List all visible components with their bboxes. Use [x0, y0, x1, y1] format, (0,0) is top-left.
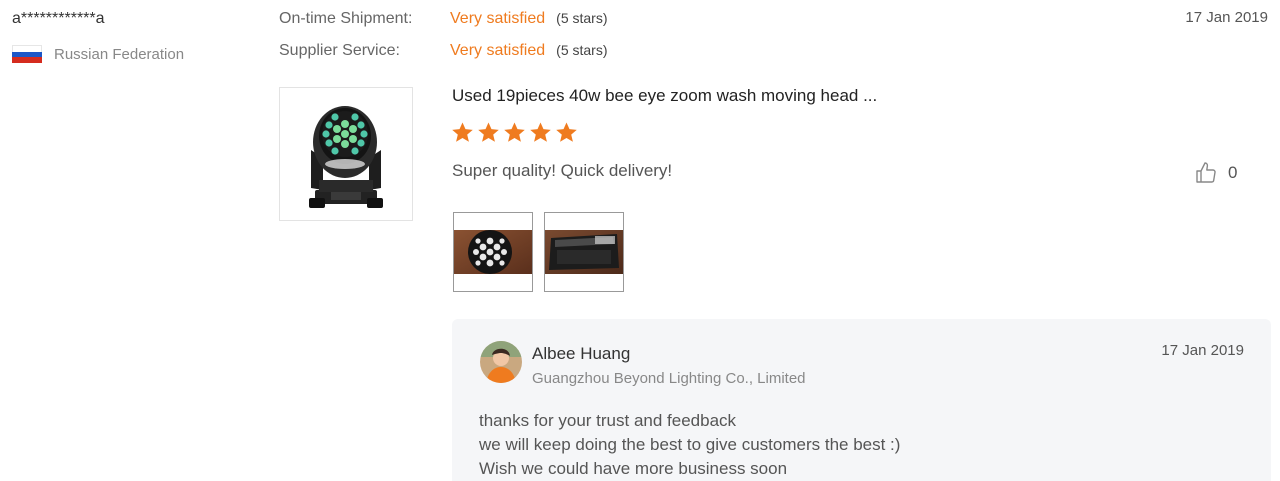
review-photo-2[interactable] [544, 212, 624, 292]
reviewer-country: Russian Federation [12, 45, 185, 64]
country-label: Russian Federation [54, 45, 185, 63]
star-icon [556, 122, 577, 142]
avatar [480, 341, 522, 383]
rating-stars-text: (5 stars) [556, 10, 608, 26]
rating-value: Very satisfied [450, 10, 546, 27]
review-comment: Super quality! Quick delivery! [452, 161, 673, 180]
rating-row-shipment: On-time Shipment: Very satisfied (5 star… [279, 10, 608, 28]
like-button[interactable]: 0 [1194, 161, 1237, 185]
reviewer-name: a************a [12, 10, 105, 27]
reply-author-name: Albee Huang [532, 344, 631, 363]
rating-value: Very satisfied [450, 42, 546, 59]
product-title[interactable]: Used 19pieces 40w bee eye zoom wash movi… [452, 86, 877, 106]
review-date: 17 Jan 2019 [1185, 9, 1268, 26]
moving-head-image [309, 106, 383, 208]
reply-line: we will keep doing the best to give cust… [479, 435, 901, 454]
star-icon [504, 122, 525, 142]
reply-line: thanks for your trust and feedback [479, 411, 737, 430]
russia-flag-icon [12, 45, 42, 64]
star-icon [452, 122, 473, 142]
rating-label: On-time Shipment: [279, 10, 413, 27]
reply-line: Wish we could have more business soon [479, 459, 788, 478]
star-icon [530, 122, 551, 142]
review-photo-1[interactable] [453, 212, 533, 292]
thumbs-up-icon [1196, 162, 1216, 183]
star-icon [478, 122, 499, 142]
supplier-reply: Albee Huang Guangzhou Beyond Lighting Co… [452, 319, 1271, 481]
product-thumbnail[interactable] [279, 87, 413, 221]
fixture-in-case-photo [545, 230, 623, 274]
like-count: 0 [1228, 163, 1238, 182]
reply-text: thanks for your trust and feedback we wi… [479, 409, 900, 481]
reply-company-name: Guangzhou Beyond Lighting Co., Limited [532, 370, 806, 387]
rating-row-service: Supplier Service: Very satisfied (5 star… [279, 42, 608, 60]
rating-stars-text: (5 stars) [556, 42, 608, 58]
reply-date: 17 Jan 2019 [1161, 342, 1244, 359]
rating-label: Supplier Service: [279, 42, 400, 59]
led-beam-closeup-photo [454, 230, 532, 274]
review-stars [451, 121, 578, 144]
